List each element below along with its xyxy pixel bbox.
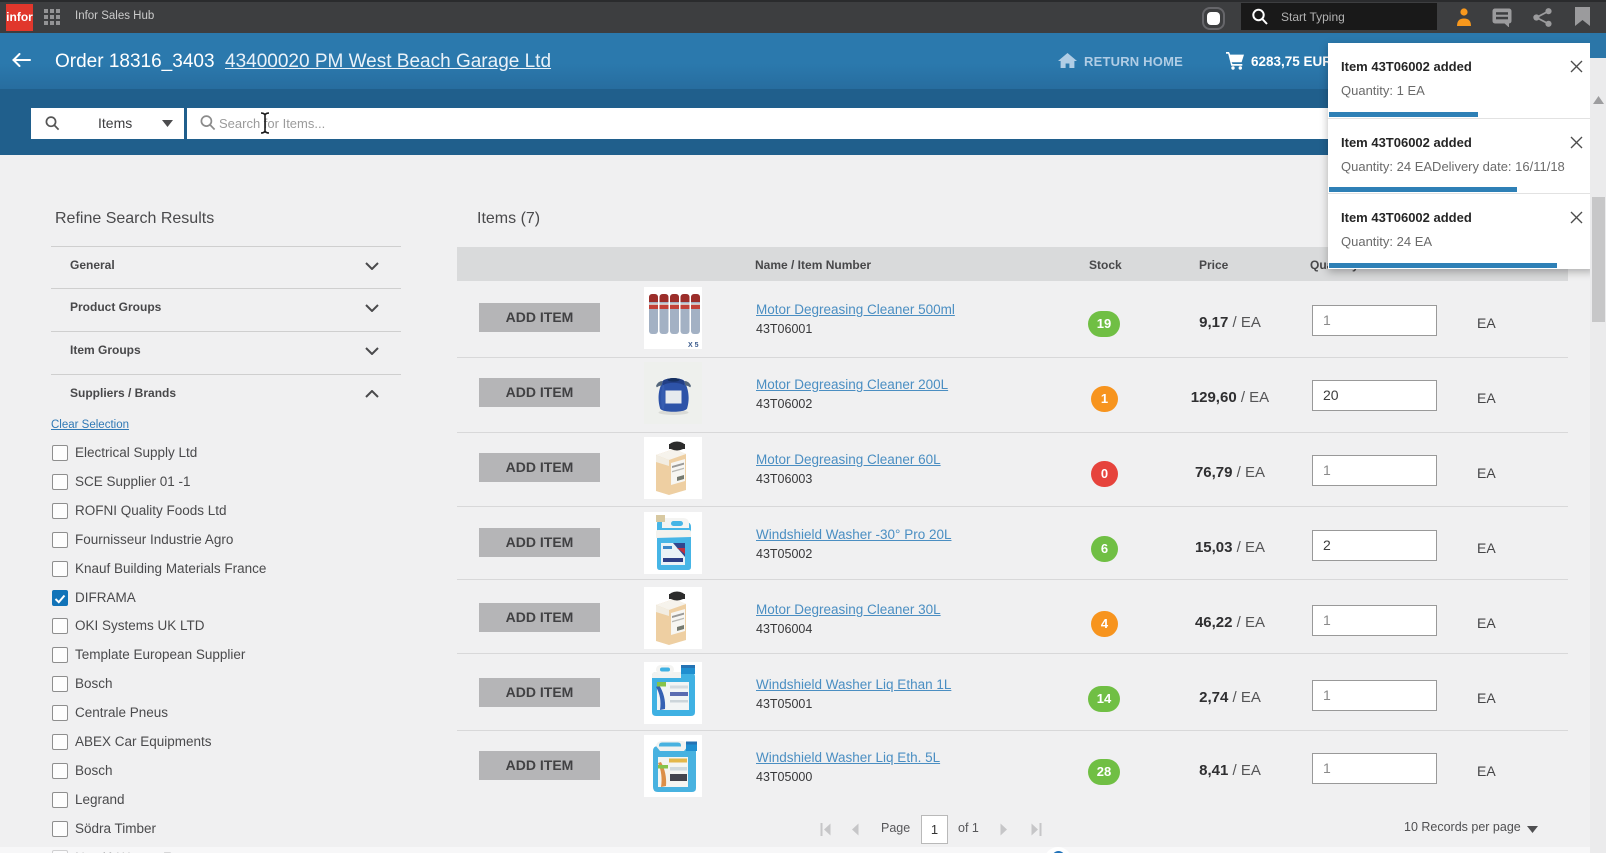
svg-text:X 5: X 5	[688, 342, 699, 349]
